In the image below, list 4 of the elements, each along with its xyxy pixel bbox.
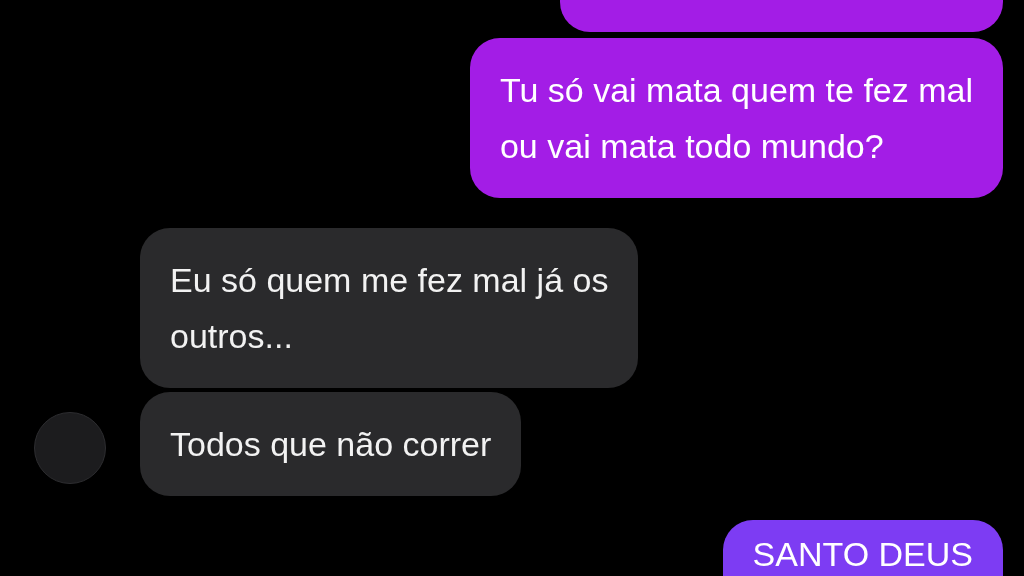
message-bubble: Todos que não correr xyxy=(140,392,522,496)
message-bubble: SANTO DEUS xyxy=(722,520,1003,576)
message-bubble: Eu só quem me fez mal já os outros... xyxy=(140,228,639,388)
message-bubble: Tu só vai mata quem te fez mal ou vai mata todo mundo? xyxy=(469,38,1003,198)
